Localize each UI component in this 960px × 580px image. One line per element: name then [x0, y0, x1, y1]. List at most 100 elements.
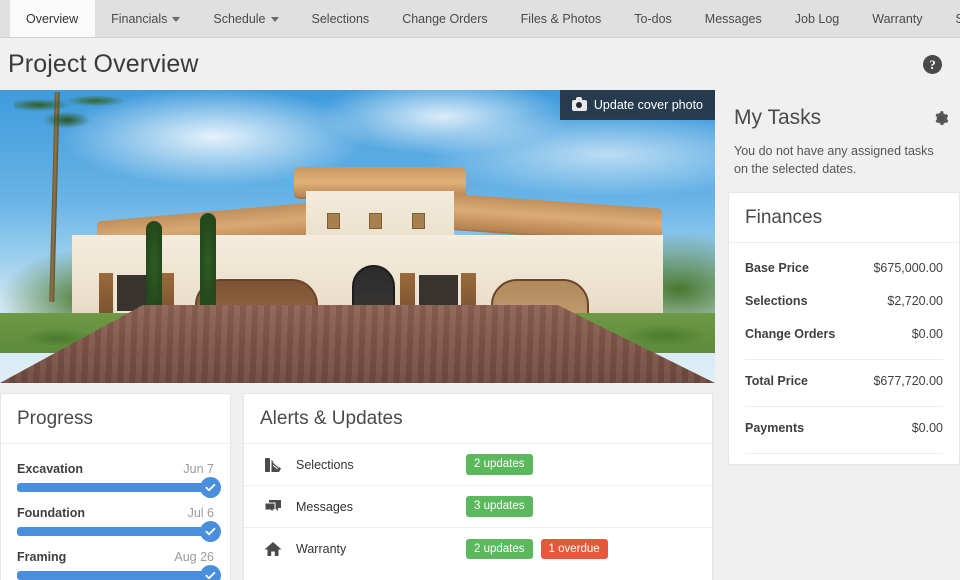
alert-row-warranty[interactable]: Warranty 2 updates 1 overdue [244, 528, 712, 570]
progress-list: Excavation Jun 7 Foundation Jul 6 Framin… [1, 444, 230, 580]
tab-job-log[interactable]: Job Log [779, 0, 856, 37]
progress-bar [17, 565, 221, 580]
finance-label: Payments [745, 421, 805, 436]
help-circle-icon[interactable]: ? [923, 54, 942, 74]
finance-label: Change Orders [745, 327, 836, 342]
finances-header: Finances [729, 193, 959, 244]
tab-label: Files & Photos [520, 11, 602, 26]
tower-window [412, 213, 426, 229]
tab-schedule[interactable]: Schedule [197, 0, 295, 37]
tab-label: Change Orders [402, 11, 488, 26]
tab-label: Financials [111, 11, 168, 26]
tab-change-orders[interactable]: Change Orders [386, 0, 504, 37]
alert-label: Selections [296, 457, 354, 472]
cover-photo[interactable]: Update cover photo [0, 90, 715, 383]
finance-value: $0.00 [911, 327, 943, 342]
page-title: Project Overview [8, 49, 199, 78]
left-column: Update cover photo Progress Excavation J… [0, 90, 716, 580]
progress-item-header: Excavation Jun 7 [17, 462, 214, 476]
tab-label: Job Log [794, 11, 840, 26]
finance-value: $677,720.00 [873, 374, 943, 389]
progress-bar [17, 521, 221, 542]
camera-icon [571, 96, 587, 111]
my-tasks-title: My Tasks [734, 106, 822, 129]
tab-warranty[interactable]: Warranty [856, 0, 939, 37]
finance-value: $2,720.00 [887, 294, 943, 309]
chevron-down-icon [172, 17, 181, 22]
page-header: Project Overview ? [0, 38, 960, 90]
finance-row-base-price: Base Price $675,000.00 [745, 247, 943, 284]
alert-badges: 2 updates [466, 454, 533, 475]
progress-panel: Progress Excavation Jun 7 Foundation Jul… [0, 393, 231, 580]
alert-badges: 2 updates 1 overdue [466, 538, 608, 560]
update-cover-photo-button[interactable]: Update cover photo [559, 90, 715, 120]
finance-row-change-orders: Change Orders $0.00 [745, 317, 943, 350]
update-cover-photo-label: Update cover photo [593, 98, 703, 112]
progress-item-date: Aug 26 [174, 550, 214, 564]
progress-item[interactable]: Excavation Jun 7 [17, 448, 221, 498]
finance-row-total-price: Total Price $677,720.00 [745, 360, 943, 397]
window-shutter [98, 273, 114, 313]
check-circle-icon [200, 521, 221, 542]
finance-label: Selections [745, 294, 808, 309]
tab-selections[interactable]: Selections [296, 0, 387, 37]
chevron-down-icon [270, 17, 279, 22]
finance-row-selections: Selections $2,720.00 [745, 284, 943, 317]
alert-badges: 3 updates [466, 496, 533, 517]
alerts-header: Alerts & Updates [244, 394, 712, 444]
status-badge[interactable]: 2 updates [466, 454, 533, 475]
progress-title: Progress [17, 408, 94, 429]
finance-label: Base Price [745, 261, 809, 276]
status-badge[interactable]: 3 updates [466, 496, 533, 517]
progress-item-name: Framing [17, 550, 67, 564]
messages-icon [262, 499, 284, 514]
cypress-tree [200, 213, 216, 309]
finances-body: Base Price $675,000.00 Selections $2,720… [729, 243, 959, 464]
alerts-title: Alerts & Updates [260, 408, 403, 429]
finance-value: $675,000.00 [873, 261, 943, 276]
check-circle-icon [200, 477, 221, 498]
tab-label: To-dos [634, 11, 672, 26]
tower-window [326, 213, 340, 229]
bottom-row: Progress Excavation Jun 7 Foundation Jul… [0, 393, 716, 580]
tab-messages[interactable]: Messages [689, 0, 779, 37]
tab-files-photos[interactable]: Files & Photos [505, 0, 619, 37]
tab-label: Warranty [872, 11, 923, 26]
finance-value: $0.00 [911, 421, 943, 436]
tab-label: Overview [26, 11, 79, 26]
alert-row-messages[interactable]: Messages 3 updates [244, 486, 712, 528]
my-tasks-header: My Tasks [728, 90, 960, 130]
tab-financials[interactable]: Financials [95, 0, 197, 37]
progress-item-header: Foundation Jul 6 [17, 506, 214, 520]
gear-icon[interactable] [934, 111, 949, 125]
status-badge-overdue[interactable]: 1 overdue [540, 538, 608, 560]
right-column: My Tasks You do not have any assigned ta… [728, 90, 960, 580]
tower-window [369, 213, 383, 229]
color-swatch-icon [262, 457, 284, 473]
alert-row-selections[interactable]: Selections 2 updates [244, 444, 712, 486]
tab-setup[interactable]: Setup [940, 0, 960, 37]
finances-title: Finances [745, 207, 823, 229]
palm-fronds [14, 90, 124, 144]
tab-label: Setup [955, 11, 960, 26]
progress-item-name: Excavation [17, 462, 84, 476]
progress-item-name: Foundation [17, 506, 86, 520]
tab-to-dos[interactable]: To-dos [618, 0, 689, 37]
alert-label: Warranty [296, 542, 347, 556]
finance-label: Total Price [745, 374, 808, 389]
progress-item-header: Framing Aug 26 [17, 550, 214, 564]
tab-label: Selections [311, 11, 370, 26]
tab-label: Messages [704, 11, 762, 26]
progress-bar [17, 477, 221, 498]
progress-item[interactable]: Framing Aug 26 [17, 536, 221, 580]
alerts-panel: Alerts & Updates Selections 2 updates Me… [243, 393, 713, 580]
main-content: Update cover photo Progress Excavation J… [0, 90, 960, 580]
finances-divider [745, 453, 943, 455]
cypress-tree [146, 221, 162, 309]
tab-overview[interactable]: Overview [10, 0, 96, 37]
status-badge[interactable]: 2 updates [466, 538, 533, 560]
finance-row-payments: Payments $0.00 [745, 407, 943, 444]
progress-item[interactable]: Foundation Jul 6 [17, 492, 221, 542]
finances-panel: Finances Base Price $675,000.00 Selectio… [728, 192, 960, 466]
main-tab-bar: Overview Financials Schedule Selections … [0, 0, 960, 38]
